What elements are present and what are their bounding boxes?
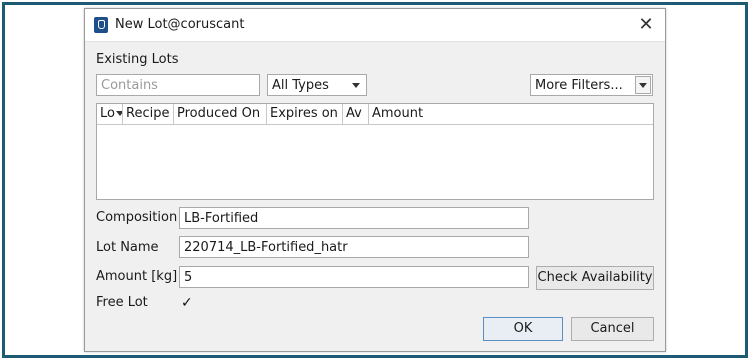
chevron-down-icon xyxy=(352,83,360,88)
cancel-button[interactable]: Cancel xyxy=(571,317,654,341)
lot-name-label: Lot Name xyxy=(96,240,159,255)
check-availability-button[interactable]: Check Availability xyxy=(536,266,654,290)
column-header-recipe[interactable]: Recipe xyxy=(123,104,174,124)
more-filters-value: More Filters... xyxy=(535,78,623,93)
table-header: Lo Recipe Produced On Expires on Av Amou… xyxy=(97,104,653,125)
composition-field[interactable] xyxy=(179,207,529,229)
existing-lots-table[interactable]: Lo Recipe Produced On Expires on Av Amou… xyxy=(96,103,654,200)
close-button[interactable]: ✕ xyxy=(631,12,661,38)
free-lot-label: Free Lot xyxy=(96,295,148,310)
lots-search-input[interactable] xyxy=(96,74,260,96)
ok-button[interactable]: OK xyxy=(483,317,563,341)
type-filter-value: All Types xyxy=(272,78,329,93)
lot-name-field[interactable] xyxy=(179,236,529,258)
amount-label: Amount [kg] xyxy=(96,269,178,284)
column-header-expires-on[interactable]: Expires on xyxy=(267,104,343,124)
title-bar[interactable]: New Lot@coruscant ✕ xyxy=(85,9,665,42)
chevron-down-icon xyxy=(635,76,651,94)
column-header-produced-on[interactable]: Produced On xyxy=(174,104,267,124)
column-header-amount[interactable]: Amount xyxy=(369,104,653,124)
existing-lots-heading: Existing Lots xyxy=(96,52,179,67)
more-filters-dropdown[interactable]: More Filters... xyxy=(530,74,653,96)
column-header-lot[interactable]: Lo xyxy=(97,104,123,124)
new-lot-dialog: New Lot@coruscant ✕ Existing Lots All Ty… xyxy=(84,8,666,352)
app-lock-icon xyxy=(94,17,108,33)
free-lot-checkbox[interactable]: ✓ xyxy=(181,296,195,310)
window-title: New Lot@coruscant xyxy=(115,17,245,32)
composition-label: Composition xyxy=(96,210,178,225)
type-filter-dropdown[interactable]: All Types xyxy=(267,74,367,96)
column-header-available[interactable]: Av xyxy=(343,104,369,124)
sort-down-icon xyxy=(115,111,122,116)
amount-field[interactable] xyxy=(179,266,529,288)
